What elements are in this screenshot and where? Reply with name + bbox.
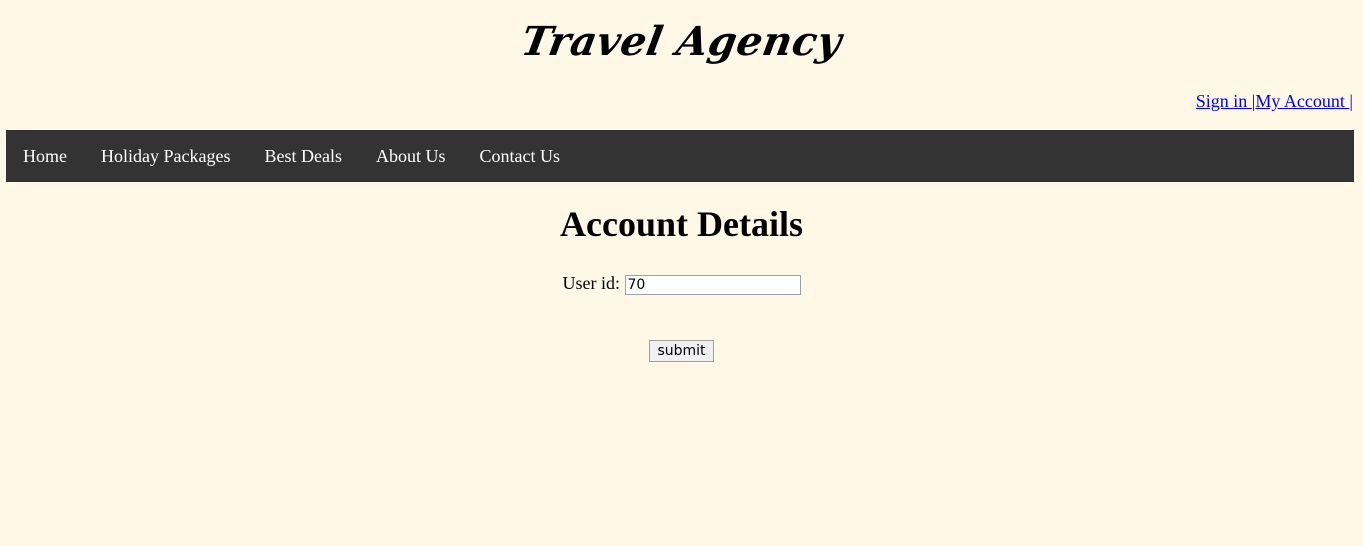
page-title: Account Details (560, 204, 803, 244)
user-id-input[interactable] (624, 274, 801, 295)
nav-item-home[interactable]: Home (6, 130, 84, 182)
page: Travel Agency Sign in |My Account | Home… (0, 0, 1363, 546)
separator-2: | (1349, 91, 1353, 111)
user-id-label: User id: (562, 273, 621, 293)
site-logo: Travel Agency (517, 18, 846, 65)
nav-item-about-us[interactable]: About Us (359, 130, 463, 182)
account-links: Sign in |My Account | (1196, 90, 1353, 112)
nav-item-contact-us[interactable]: Contact Us (462, 130, 577, 182)
main-nav-bar: Home Holiday Packages Best Deals About U… (6, 130, 1354, 182)
sign-in-link[interactable]: Sign in (1196, 91, 1252, 111)
user-id-row: User id: (0, 271, 1363, 295)
submit-row: submit (0, 340, 1363, 362)
nav-item-best-deals[interactable]: Best Deals (247, 130, 358, 182)
submit-button[interactable]: submit (649, 340, 714, 362)
my-account-link[interactable]: My Account (1255, 91, 1349, 111)
nav-item-holiday-packages[interactable]: Holiday Packages (84, 130, 247, 182)
